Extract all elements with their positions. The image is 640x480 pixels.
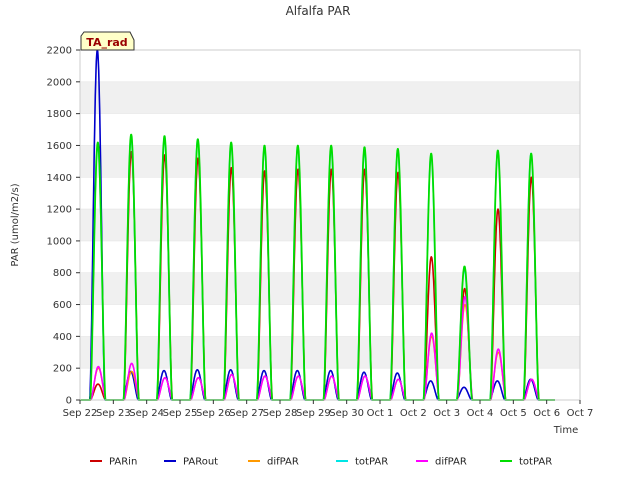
legend-label: totPAR bbox=[355, 457, 388, 468]
x-tick-label: Sep 23 bbox=[96, 408, 131, 419]
x-tick-label: Oct 5 bbox=[500, 408, 527, 419]
legend-label: totPAR bbox=[519, 457, 552, 468]
x-tick-label: Oct 7 bbox=[567, 408, 594, 419]
y-tick-label: 2200 bbox=[47, 46, 72, 57]
x-tick-label: Sep 28 bbox=[263, 408, 298, 419]
legend-item-5: totPAR bbox=[500, 457, 552, 468]
y-axis-label: PAR (umol/m2/s) bbox=[10, 183, 21, 266]
grid-band bbox=[80, 209, 580, 241]
grid-band bbox=[80, 81, 580, 114]
y-tick-label: 1800 bbox=[47, 109, 72, 120]
x-tick-label: Sep 29 bbox=[296, 408, 331, 419]
annotation-label: TA_rad bbox=[86, 36, 127, 49]
x-tick-label: Oct 3 bbox=[433, 408, 460, 419]
legend-label: difPAR bbox=[435, 457, 467, 468]
y-tick-label: 1200 bbox=[47, 205, 72, 216]
x-tick-label: Sep 27 bbox=[229, 408, 264, 419]
x-tick-label: Oct 6 bbox=[533, 408, 560, 419]
x-axis-label: Time bbox=[553, 425, 578, 436]
legend-label: PARout bbox=[183, 457, 218, 468]
chart-svg: 0 200 400 600 800 1000 1200 1400 1600 1800 2000 220… bbox=[10, 4, 594, 468]
legend-item-4: difPAR bbox=[416, 457, 467, 468]
legend-item-2: difPAR bbox=[248, 457, 299, 468]
y-tick-label: 2000 bbox=[47, 77, 72, 88]
x-tick-label: Sep 25 bbox=[163, 408, 198, 419]
legend-label: PARin bbox=[109, 457, 137, 468]
grid-bands bbox=[80, 49, 580, 401]
legend-item-0: PARin bbox=[90, 457, 137, 468]
legend: PARin PARout difPAR totPAR difPAR totPAR bbox=[90, 457, 552, 468]
x-tick-label: Sep 26 bbox=[196, 408, 231, 419]
y-tick-label: 200 bbox=[53, 364, 72, 375]
chart: 0 200 400 600 800 1000 1200 1400 1600 1800 2000 220… bbox=[0, 0, 640, 480]
chart-title: Alfalfa PAR bbox=[286, 4, 351, 18]
y-tick-label: 400 bbox=[53, 332, 72, 343]
grid-band bbox=[80, 272, 580, 305]
grid-band bbox=[80, 336, 580, 369]
x-tick-label: Sep 22 bbox=[63, 408, 98, 419]
x-tick-label: Oct 1 bbox=[367, 408, 394, 419]
ta-rad-annotation: TA_rad bbox=[80, 31, 135, 51]
y-tick-label: 1400 bbox=[47, 173, 72, 184]
y-tick-label: 1000 bbox=[47, 236, 72, 247]
legend-item-1: PARout bbox=[164, 457, 218, 468]
legend-label: difPAR bbox=[267, 457, 299, 468]
y-tick-label: 0 bbox=[66, 396, 72, 407]
x-tick-label: Sep 24 bbox=[129, 408, 164, 419]
x-tick-label: Sep 30 bbox=[329, 408, 364, 419]
y-tick-label: 1600 bbox=[47, 141, 72, 152]
legend-item-3: totPAR bbox=[336, 457, 388, 468]
y-tick-label: 800 bbox=[53, 268, 72, 279]
y-tick-label: 600 bbox=[53, 300, 72, 311]
x-tick-label: Oct 2 bbox=[400, 408, 427, 419]
x-tick-label: Oct 4 bbox=[467, 408, 494, 419]
